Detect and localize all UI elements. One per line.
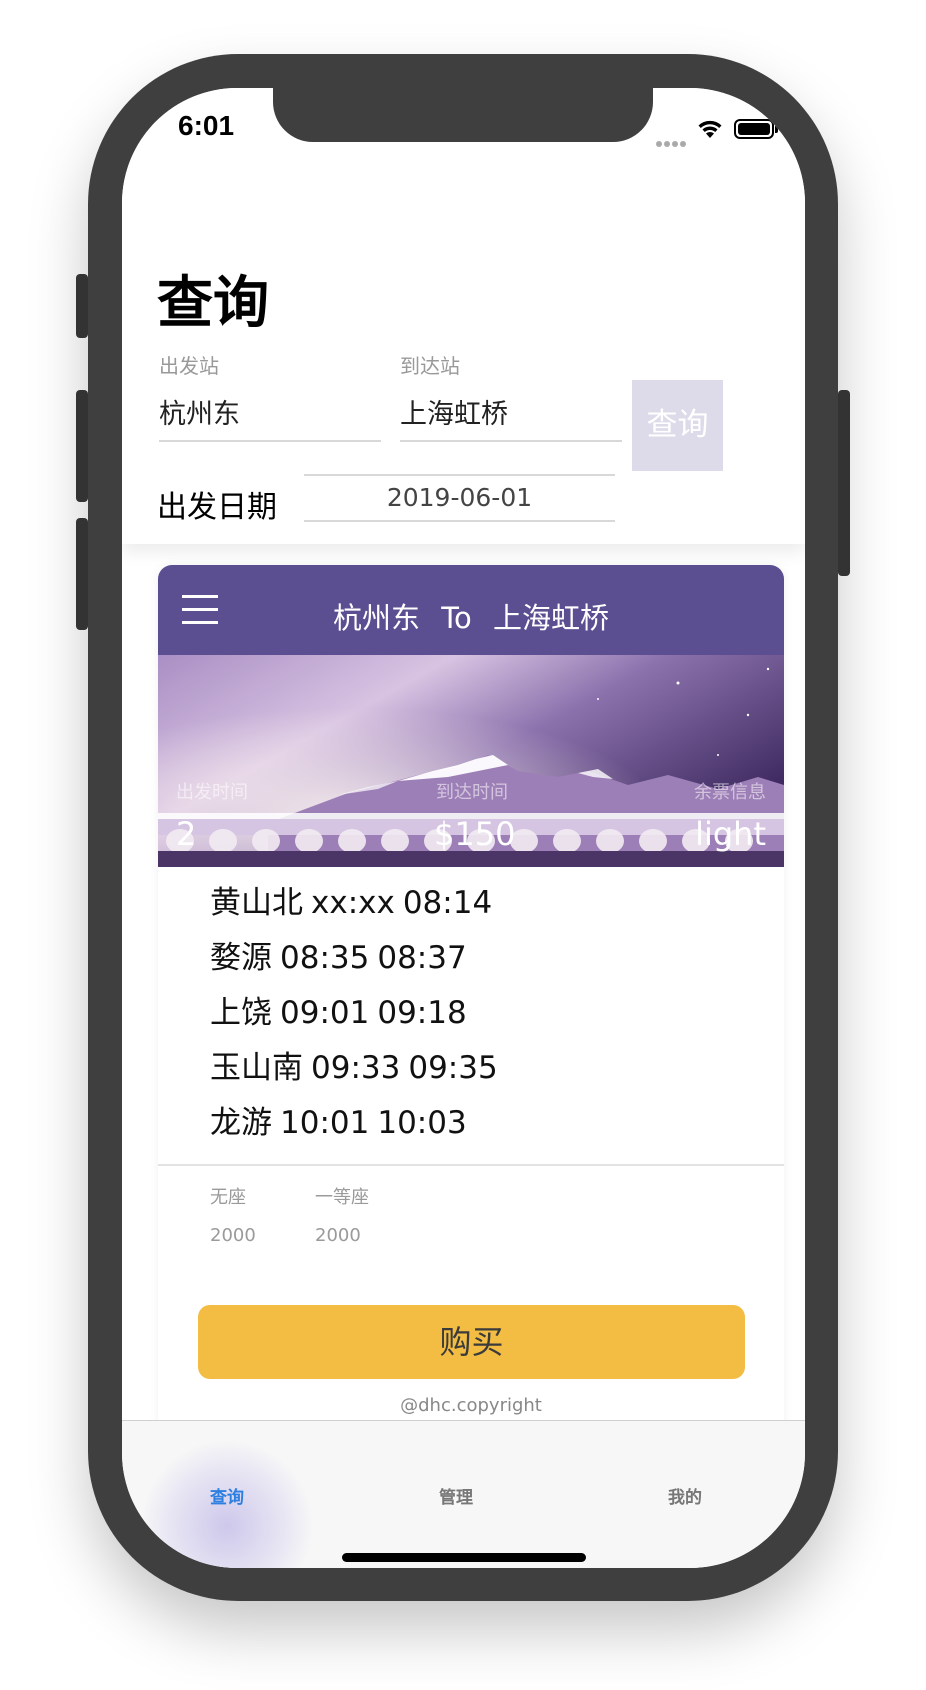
route-from: 杭州东 xyxy=(333,601,421,635)
stops-list: 黄山北 xx:xx 08:14 婺源 08:35 08:37 上饶 09:01 09:18 … xyxy=(210,883,506,1158)
departure-time-value: 2 xyxy=(176,815,197,853)
seat-info-noseat: 无座 2000 xyxy=(210,1183,256,1246)
list-item: 婺源 08:35 08:37 xyxy=(210,940,467,976)
train-card: 杭州东 To 上海虹桥 出发时间 到达时间 余票信息 2 $150 light … xyxy=(158,565,784,1465)
route-to-word: To xyxy=(441,601,472,635)
volume-up-button xyxy=(76,390,88,502)
tab-query[interactable]: 查询 xyxy=(167,1483,287,1508)
list-item: 黄山北 xx:xx 08:14 xyxy=(210,885,493,921)
volume-down-button xyxy=(76,518,88,630)
route-to: 上海虹桥 xyxy=(492,601,609,635)
from-station-underline xyxy=(159,440,381,442)
card-divider xyxy=(158,1164,784,1166)
notch xyxy=(273,88,653,142)
list-item: 上饶 09:01 09:18 xyxy=(210,995,467,1031)
app-screen: 6:01 查询 出发站 杭州东 到达站 上海虹桥 查询 出发日期 2019-06… xyxy=(122,88,805,1568)
signal-dots-icon xyxy=(656,132,688,151)
tab-manage[interactable]: 管理 xyxy=(396,1483,516,1508)
seat-count-value: 2000 xyxy=(210,1225,256,1246)
seat-type-label: 无座 xyxy=(210,1187,246,1208)
tab-mine[interactable]: 我的 xyxy=(625,1483,745,1508)
ticket-info-label: 余票信息 xyxy=(694,782,766,803)
banner-image: 出发时间 到达时间 余票信息 2 $150 light xyxy=(158,655,784,867)
to-station-label: 到达站 xyxy=(400,354,460,378)
query-button[interactable]: 查询 xyxy=(632,380,723,471)
copyright-text: @dhc.copyright xyxy=(400,1395,542,1416)
seat-type-label: 一等座 xyxy=(315,1187,369,1208)
departure-date-label: 出发日期 xyxy=(157,490,277,525)
card-header: 杭州东 To 上海虹桥 xyxy=(158,565,784,655)
to-station-input[interactable]: 上海虹桥 xyxy=(400,392,508,431)
page-title: 查询 xyxy=(157,271,269,336)
seat-count-value: 2000 xyxy=(315,1225,361,1246)
menu-icon[interactable] xyxy=(182,595,218,625)
silent-switch xyxy=(76,274,88,338)
departure-time-label: 出发时间 xyxy=(176,782,248,803)
query-panel: 6:01 查询 出发站 杭州东 到达站 上海虹桥 查询 出发日期 2019-06… xyxy=(122,88,805,544)
to-station-underline xyxy=(400,440,622,442)
arrival-time-label: 到达时间 xyxy=(436,782,508,803)
from-station-input[interactable]: 杭州东 xyxy=(159,392,240,431)
home-indicator xyxy=(342,1553,586,1562)
list-item: 龙游 10:01 10:03 xyxy=(210,1105,467,1141)
power-button xyxy=(838,390,850,576)
from-station-label: 出发站 xyxy=(159,354,219,378)
departure-date-input[interactable]: 2019-06-01 xyxy=(304,474,615,522)
device-canvas: 6:01 查询 出发站 杭州东 到达站 上海虹桥 查询 出发日期 2019-06… xyxy=(0,0,926,1690)
status-time: 6:01 xyxy=(178,110,235,141)
card-route-title: 杭州东 To 上海虹桥 xyxy=(158,565,784,655)
buy-button[interactable]: 购买 xyxy=(198,1305,745,1379)
battery-icon xyxy=(734,119,778,139)
wifi-icon xyxy=(698,120,722,138)
price-value: $150 xyxy=(434,815,516,853)
tab-bar: 查询 管理 我的 xyxy=(122,1420,805,1568)
ticket-info-value: light xyxy=(695,815,766,853)
list-item: 玉山南 09:33 09:35 xyxy=(210,1050,498,1086)
seat-info-first-class: 一等座 2000 xyxy=(315,1183,369,1246)
